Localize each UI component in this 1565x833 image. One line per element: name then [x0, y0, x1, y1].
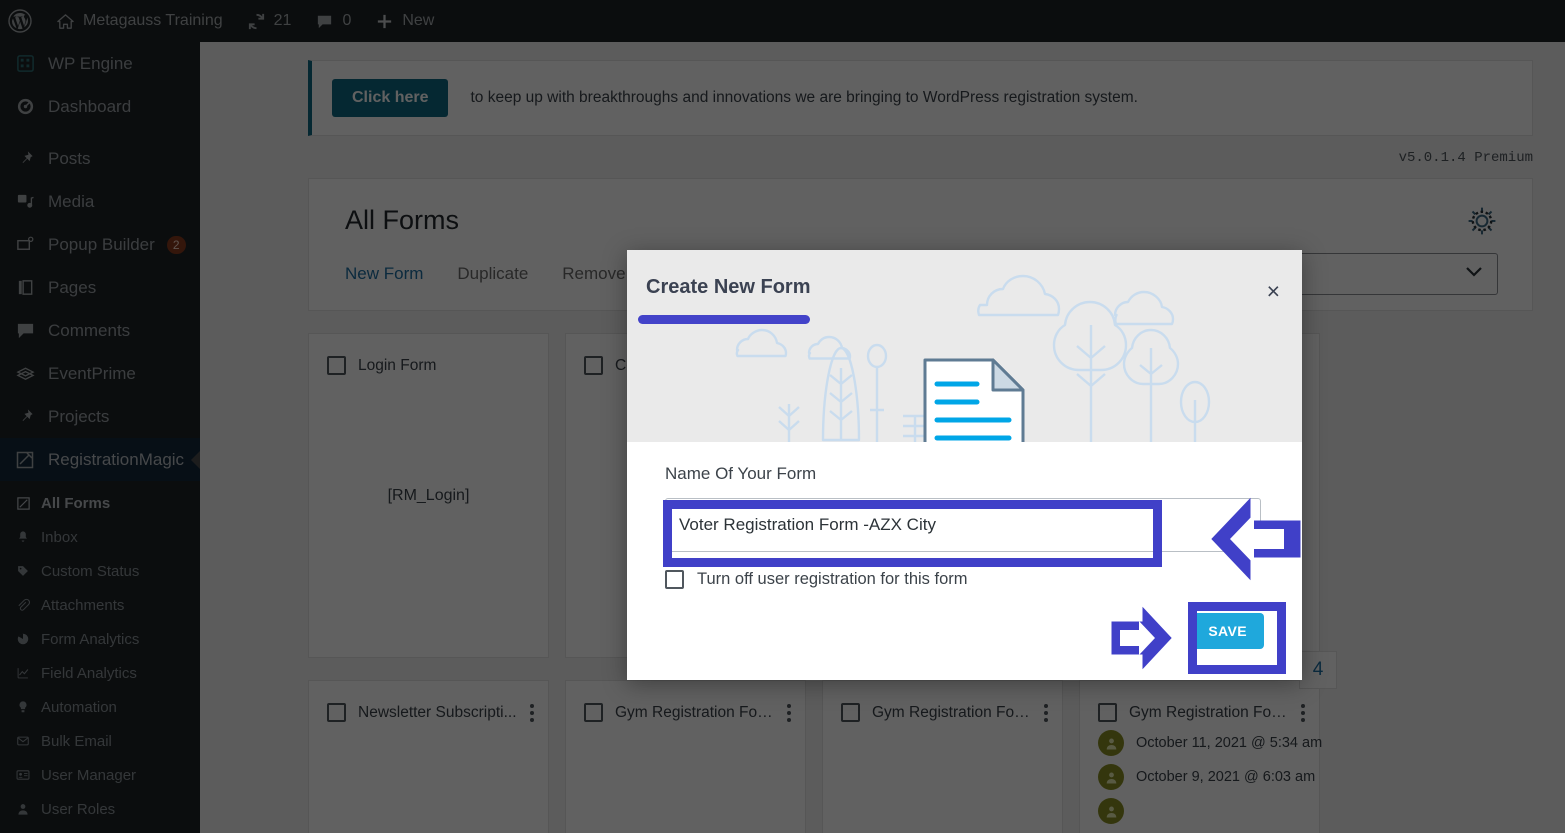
modal-title-underline — [638, 315, 810, 324]
turn-off-registration-checkbox[interactable] — [665, 570, 684, 589]
highlight-box-form-name — [663, 500, 1162, 567]
turn-off-registration-row[interactable]: Turn off user registration for this form — [665, 570, 1264, 589]
modal-hero-illustration: Create New Form × — [627, 250, 1302, 442]
arrow-pointing-right — [1110, 605, 1173, 671]
close-icon[interactable]: × — [1267, 280, 1280, 303]
highlight-box-save — [1188, 602, 1286, 674]
screen-root: Metagauss Training 21 0 New WP En — [0, 0, 1565, 833]
modal-title: Create New Form — [646, 276, 811, 298]
turn-off-registration-label: Turn off user registration for this form — [697, 570, 968, 588]
form-name-label: Name Of Your Form — [665, 464, 817, 483]
arrow-pointing-left — [1210, 495, 1302, 583]
